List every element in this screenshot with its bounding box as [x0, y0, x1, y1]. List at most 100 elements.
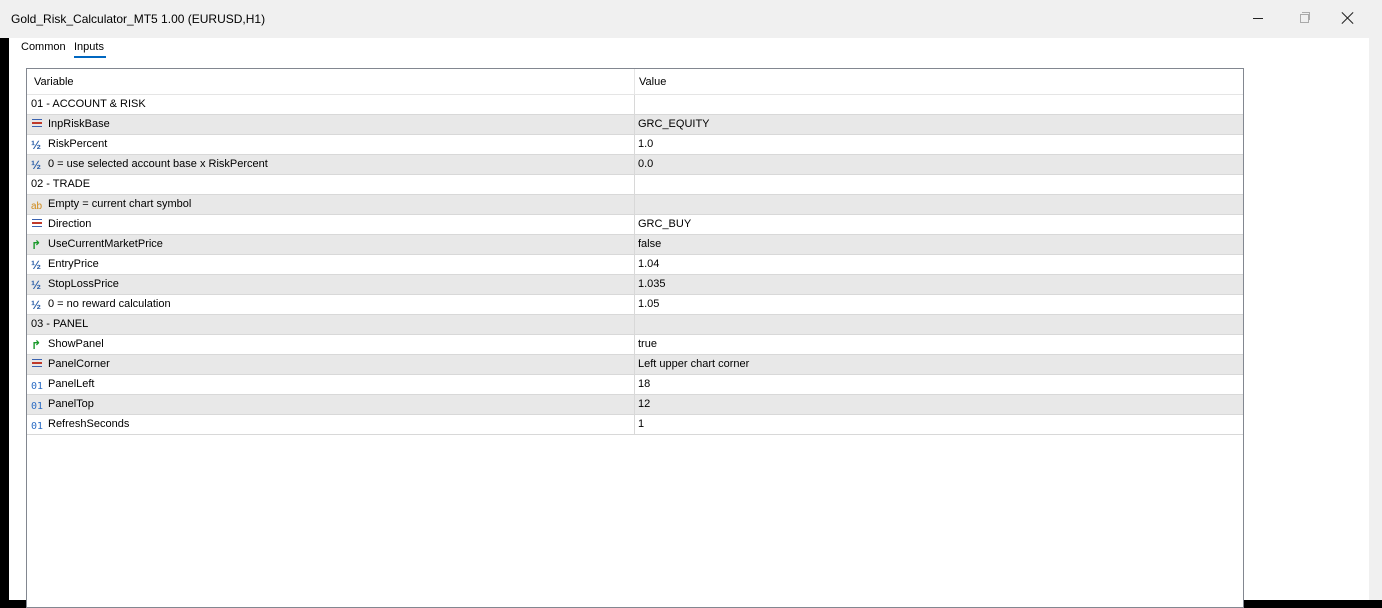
table-row[interactable]: ½ 0 = no reward calculation 1.05: [27, 295, 1243, 315]
variable-label: RefreshSeconds: [48, 418, 130, 430]
variable-cell[interactable]: ↱ ShowPanel: [27, 335, 635, 354]
table-row[interactable]: ½ 0 = use selected account base x RiskPer…: [27, 155, 1243, 175]
minimize-button[interactable]: [1235, 0, 1281, 36]
table-row[interactable]: ab Empty = current chart symbol: [27, 195, 1243, 215]
window-edge: [1369, 38, 1382, 600]
variable-label: RiskPercent: [48, 138, 108, 150]
value-cell[interactable]: 0.0: [637, 155, 1237, 174]
table-row[interactable]: ½ RiskPercent 1.0: [27, 135, 1243, 155]
double-icon: ½: [31, 278, 42, 292]
group-row[interactable]: 02 - TRADE: [27, 175, 1243, 195]
grid-header: Variable Value: [27, 69, 1243, 95]
variable-cell[interactable]: PanelCorner: [27, 355, 635, 374]
variable-cell[interactable]: ↱ UseCurrentMarketPrice: [27, 235, 635, 254]
table-row[interactable]: ↱ UseCurrentMarketPrice false: [27, 235, 1243, 255]
window-title: Gold_Risk_Calculator_MT5 1.00 (EURUSD,H1…: [11, 12, 266, 26]
value-cell[interactable]: 1.0: [637, 135, 1237, 154]
title-bar[interactable]: Gold_Risk_Calculator_MT5 1.00 (EURUSD,H1…: [0, 0, 1382, 38]
double-icon: ½: [31, 138, 42, 152]
int-icon: 01: [31, 381, 44, 392]
close-icon: [1342, 12, 1354, 24]
table-row[interactable]: ½ EntryPrice 1.04: [27, 255, 1243, 275]
value-cell[interactable]: 12: [637, 395, 1237, 414]
table-row[interactable]: PanelCorner Left upper chart corner: [27, 355, 1243, 375]
value-cell[interactable]: false: [637, 235, 1237, 254]
variable-cell[interactable]: ½ 0 = no reward calculation: [27, 295, 635, 314]
value-cell[interactable]: 1.05: [637, 295, 1237, 314]
variable-cell[interactable]: ½ 0 = use selected account base x RiskPer…: [27, 155, 635, 174]
variable-label: Direction: [48, 218, 92, 230]
table-row[interactable]: ½ StopLossPrice 1.035: [27, 275, 1243, 295]
tab-inputs[interactable]: Inputs: [74, 40, 106, 60]
table-row[interactable]: ↱ ShowPanel true: [27, 335, 1243, 355]
value-cell: [637, 95, 1237, 114]
variable-cell[interactable]: ab Empty = current chart symbol: [27, 195, 635, 214]
variable-cell[interactable]: InpRiskBase: [27, 115, 635, 134]
string-icon: ab: [31, 201, 43, 212]
value-cell[interactable]: 1.04: [637, 255, 1237, 274]
close-button[interactable]: [1325, 0, 1371, 36]
double-icon: ½: [31, 258, 42, 272]
variable-label: PanelCorner: [48, 358, 110, 370]
value-cell[interactable]: 18: [637, 375, 1237, 394]
variable-label: UseCurrentMarketPrice: [48, 238, 163, 250]
variable-label: InpRiskBase: [48, 118, 110, 130]
variable-cell[interactable]: ½ StopLossPrice: [27, 275, 635, 294]
group-row[interactable]: 01 - ACCOUNT & RISK: [27, 95, 1243, 115]
variable-cell: 03 - PANEL: [27, 315, 635, 334]
variable-label: 01 - ACCOUNT & RISK: [31, 98, 146, 110]
double-icon: ½: [31, 298, 42, 312]
table-row[interactable]: 01 PanelLeft 18: [27, 375, 1243, 395]
enum-icon: [31, 117, 44, 129]
variable-cell[interactable]: 01 RefreshSeconds: [27, 415, 635, 434]
inputs-grid: Variable Value 01 - ACCOUNT & RISK InpRis…: [26, 68, 1244, 608]
variable-cell: 01 - ACCOUNT & RISK: [27, 95, 635, 114]
tab-common[interactable]: Common: [21, 40, 66, 60]
value-cell[interactable]: GRC_BUY: [637, 215, 1237, 234]
variable-label: StopLossPrice: [48, 278, 119, 290]
tab-inputs-label: Inputs: [74, 41, 104, 53]
column-header-variable[interactable]: Variable: [27, 69, 635, 95]
variable-label: 03 - PANEL: [31, 318, 89, 330]
variable-label: 02 - TRADE: [31, 178, 91, 190]
table-row[interactable]: 01 RefreshSeconds 1: [27, 415, 1243, 435]
double-icon: ½: [31, 158, 42, 172]
variable-cell[interactable]: ½ EntryPrice: [27, 255, 635, 274]
table-row[interactable]: Direction GRC_BUY: [27, 215, 1243, 235]
dialog-window: Gold_Risk_Calculator_MT5 1.00 (EURUSD,H1…: [0, 0, 1382, 608]
value-cell[interactable]: Left upper chart corner: [637, 355, 1237, 374]
int-icon: 01: [31, 401, 44, 412]
enum-icon: [31, 357, 44, 369]
active-tab-indicator: [74, 56, 106, 58]
restore-icon: [1299, 11, 1310, 23]
enum-icon: [31, 217, 44, 229]
variable-label: 0 = use selected account base x RiskPerc…: [48, 158, 268, 170]
variable-label: PanelLeft: [48, 378, 95, 390]
column-header-value[interactable]: Value: [635, 69, 1243, 95]
grid-rows: 01 - ACCOUNT & RISK InpRiskBase GRC_EQUITY…: [27, 95, 1243, 435]
value-cell[interactable]: 1: [637, 415, 1237, 434]
value-cell[interactable]: true: [637, 335, 1237, 354]
variable-label: Empty = current chart symbol: [48, 198, 192, 210]
table-row[interactable]: 01 PanelTop 12: [27, 395, 1243, 415]
variable-cell[interactable]: ½ RiskPercent: [27, 135, 635, 154]
variable-cell[interactable]: Direction: [27, 215, 635, 234]
variable-label: ShowPanel: [48, 338, 104, 350]
value-cell[interactable]: [637, 195, 1237, 214]
group-row[interactable]: 03 - PANEL: [27, 315, 1243, 335]
bool-icon: ↱: [31, 238, 42, 252]
variable-label: PanelTop: [48, 398, 94, 410]
value-cell[interactable]: 1.035: [637, 275, 1237, 294]
value-cell: [637, 175, 1237, 194]
variable-cell[interactable]: 01 PanelTop: [27, 395, 635, 414]
maximize-button[interactable]: [1281, 0, 1327, 36]
variable-cell[interactable]: 01 PanelLeft: [27, 375, 635, 394]
value-cell[interactable]: GRC_EQUITY: [637, 115, 1237, 134]
minimize-icon: [1253, 17, 1263, 19]
variable-label: 0 = no reward calculation: [48, 298, 171, 310]
variable-label: EntryPrice: [48, 258, 99, 270]
bool-icon: ↱: [31, 338, 42, 352]
int-icon: 01: [31, 421, 44, 432]
variable-cell: 02 - TRADE: [27, 175, 635, 194]
table-row[interactable]: InpRiskBase GRC_EQUITY: [27, 115, 1243, 135]
